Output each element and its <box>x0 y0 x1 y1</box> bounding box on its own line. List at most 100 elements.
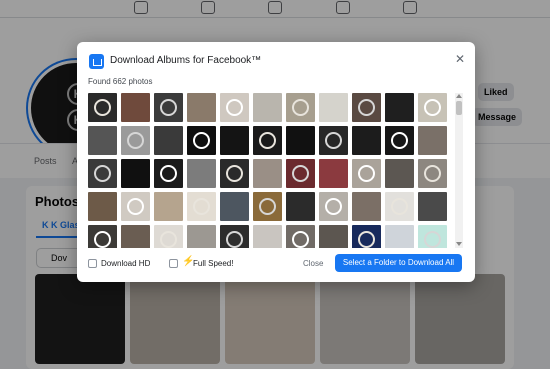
close-icon[interactable]: ✕ <box>453 52 467 66</box>
photo-thumbnail[interactable] <box>187 225 216 248</box>
photo-thumbnail[interactable] <box>154 192 183 221</box>
photo-thumbnail[interactable] <box>253 126 282 155</box>
photo-thumbnail[interactable] <box>220 93 249 122</box>
photo-thumbnail[interactable] <box>88 192 117 221</box>
scroll-down-arrow-icon[interactable] <box>456 242 462 246</box>
mirror-shape <box>93 230 112 248</box>
photo-thumbnail[interactable] <box>385 225 414 248</box>
photo-thumbnail[interactable] <box>352 225 381 248</box>
photo-thumbnail[interactable] <box>286 192 315 221</box>
mirror-shape <box>93 164 112 183</box>
mirror-shape <box>423 98 442 117</box>
photo-thumbnail[interactable] <box>88 93 117 122</box>
photo-thumbnail[interactable] <box>319 192 348 221</box>
photo-thumbnail[interactable] <box>121 225 150 248</box>
mirror-shape <box>291 230 310 248</box>
mirror-shape <box>93 98 112 117</box>
photo-thumbnail[interactable] <box>220 159 249 188</box>
photo-thumbnail[interactable] <box>121 159 150 188</box>
photo-thumbnail[interactable] <box>385 159 414 188</box>
mirror-shape <box>390 197 409 216</box>
photo-thumbnail[interactable] <box>319 93 348 122</box>
photo-thumbnail[interactable] <box>88 225 117 248</box>
mirror-shape <box>225 98 244 117</box>
mirror-shape <box>324 197 343 216</box>
mirror-shape <box>225 230 244 248</box>
mirror-shape <box>126 197 145 216</box>
photo-thumbnail[interactable] <box>187 159 216 188</box>
mirror-shape <box>291 164 310 183</box>
close-button[interactable]: Close <box>303 259 323 268</box>
photo-thumbnail[interactable] <box>187 192 216 221</box>
photo-thumbnail[interactable] <box>319 126 348 155</box>
photo-thumbnail[interactable] <box>319 225 348 248</box>
photo-thumbnail[interactable] <box>253 93 282 122</box>
mirror-shape <box>192 197 211 216</box>
photo-thumbnail[interactable] <box>121 93 150 122</box>
dialog-title: Download Albums for Facebook™ <box>110 55 262 66</box>
photo-thumbnail[interactable] <box>286 159 315 188</box>
photo-thumbnail[interactable] <box>286 93 315 122</box>
select-folder-download-button[interactable]: Select a Folder to Download All <box>335 254 462 272</box>
download-hd-checkbox[interactable] <box>88 259 97 268</box>
photo-thumbnail[interactable] <box>88 126 117 155</box>
mirror-shape <box>390 131 409 150</box>
photo-thumbnail[interactable] <box>121 192 150 221</box>
photo-thumbnail[interactable] <box>319 159 348 188</box>
scrollbar[interactable] <box>455 93 463 248</box>
found-count: Found 662 photos <box>88 77 153 86</box>
photo-thumbnail[interactable] <box>352 126 381 155</box>
photo-thumbnail[interactable] <box>286 225 315 248</box>
photo-thumbnail[interactable] <box>220 192 249 221</box>
photo-thumbnail[interactable] <box>220 225 249 248</box>
photo-thumbnail[interactable] <box>385 192 414 221</box>
scroll-up-arrow-icon[interactable] <box>456 94 462 98</box>
mirror-shape <box>357 164 376 183</box>
photo-thumbnail[interactable] <box>385 93 414 122</box>
scroll-thumb[interactable] <box>456 101 462 115</box>
photo-thumbnail[interactable] <box>418 126 447 155</box>
mirror-shape <box>225 164 244 183</box>
photo-thumbnail[interactable] <box>253 159 282 188</box>
download-albums-dialog: Download Albums for Facebook™ ✕ Found 66… <box>77 42 475 282</box>
photo-thumbnail[interactable] <box>418 225 447 248</box>
photo-thumbnail[interactable] <box>352 192 381 221</box>
mirror-shape <box>258 131 277 150</box>
photo-thumbnail[interactable] <box>352 93 381 122</box>
photo-thumbnail[interactable] <box>352 159 381 188</box>
photo-thumbnail[interactable] <box>154 159 183 188</box>
photo-thumbnail[interactable] <box>286 126 315 155</box>
photo-thumbnail[interactable] <box>418 192 447 221</box>
mirror-shape <box>357 230 376 248</box>
full-speed-checkbox[interactable] <box>169 259 178 268</box>
photo-thumbnail[interactable] <box>418 93 447 122</box>
photo-thumbnail[interactable] <box>253 192 282 221</box>
photo-thumbnail[interactable] <box>154 93 183 122</box>
photo-thumbnail[interactable] <box>187 126 216 155</box>
mirror-shape <box>324 131 343 150</box>
mirror-shape <box>423 230 442 248</box>
photo-grid <box>88 93 453 248</box>
download-hd-label: Download HD <box>101 259 151 268</box>
photo-thumbnail[interactable] <box>187 93 216 122</box>
full-speed-label: Full Speed! <box>193 259 234 268</box>
mirror-shape <box>126 131 145 150</box>
mirror-shape <box>159 164 178 183</box>
download-albums-logo-icon <box>89 54 104 69</box>
photo-thumbnail[interactable] <box>88 159 117 188</box>
photo-thumbnail[interactable] <box>253 225 282 248</box>
dialog-footer: Download HD ⚡ Full Speed! Close Select a… <box>77 252 475 282</box>
photo-thumbnail[interactable] <box>385 126 414 155</box>
photo-thumbnail[interactable] <box>220 126 249 155</box>
mirror-shape <box>423 164 442 183</box>
photo-thumbnail[interactable] <box>418 159 447 188</box>
mirror-shape <box>159 98 178 117</box>
photo-thumbnail[interactable] <box>154 126 183 155</box>
photo-thumbnail[interactable] <box>154 225 183 248</box>
mirror-shape <box>159 230 178 248</box>
mirror-shape <box>192 131 211 150</box>
mirror-shape <box>291 98 310 117</box>
mirror-shape <box>357 98 376 117</box>
photo-thumbnail[interactable] <box>121 126 150 155</box>
mirror-shape <box>258 197 277 216</box>
